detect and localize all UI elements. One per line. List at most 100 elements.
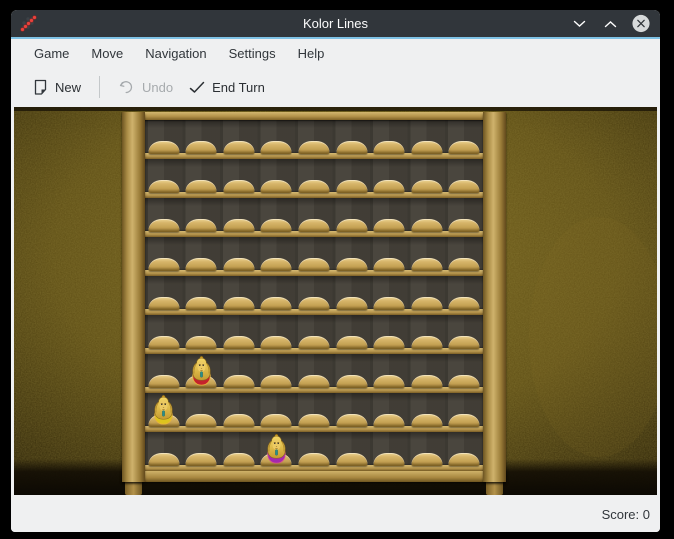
- empty-cell-bump: [186, 141, 217, 154]
- board-cell[interactable]: [258, 393, 296, 432]
- board-cell[interactable]: [183, 237, 221, 276]
- undo-button[interactable]: Undo: [110, 74, 181, 101]
- board-cell[interactable]: [408, 159, 446, 198]
- board-cell[interactable]: [445, 354, 483, 393]
- menu-navigation[interactable]: Navigation: [134, 42, 217, 65]
- game-board-view[interactable]: [14, 107, 657, 495]
- board-row: [145, 120, 483, 159]
- board-cell[interactable]: [295, 159, 333, 198]
- board-cell[interactable]: [295, 198, 333, 237]
- menu-settings[interactable]: Settings: [218, 42, 287, 65]
- board-cell[interactable]: [145, 276, 183, 315]
- board-cell[interactable]: [333, 432, 371, 471]
- board-cell[interactable]: [408, 354, 446, 393]
- board-cell[interactable]: [445, 393, 483, 432]
- board-cell[interactable]: [220, 432, 258, 471]
- board-cell[interactable]: [295, 120, 333, 159]
- board-cell[interactable]: [295, 315, 333, 354]
- board-cell[interactable]: [258, 354, 296, 393]
- board-cell[interactable]: [295, 354, 333, 393]
- board-cell[interactable]: [220, 198, 258, 237]
- score-label: Score: 0: [602, 507, 650, 522]
- board-cell[interactable]: [370, 432, 408, 471]
- board-cell[interactable]: [220, 276, 258, 315]
- end-turn-button[interactable]: End Turn: [181, 74, 273, 101]
- board-cell[interactable]: [445, 120, 483, 159]
- board-cell[interactable]: [220, 120, 258, 159]
- board-cell[interactable]: [445, 432, 483, 471]
- board-cell[interactable]: [295, 276, 333, 315]
- board-cell[interactable]: [145, 432, 183, 471]
- menu-help[interactable]: Help: [287, 42, 336, 65]
- board-cell[interactable]: [183, 198, 221, 237]
- board-cell[interactable]: [258, 276, 296, 315]
- board-cell[interactable]: [445, 237, 483, 276]
- board-cell[interactable]: [220, 393, 258, 432]
- board-cell[interactable]: [445, 276, 483, 315]
- close-button[interactable]: [632, 15, 650, 33]
- board-row: [145, 276, 483, 315]
- maximize-button[interactable]: [601, 15, 619, 33]
- board-cell[interactable]: [370, 120, 408, 159]
- board-cell[interactable]: [183, 276, 221, 315]
- board-cell[interactable]: [333, 159, 371, 198]
- board-cell[interactable]: [370, 198, 408, 237]
- board-cell[interactable]: [408, 432, 446, 471]
- board-cell[interactable]: [145, 237, 183, 276]
- board-cell[interactable]: [295, 393, 333, 432]
- board-cell[interactable]: [408, 198, 446, 237]
- board-cell[interactable]: [145, 315, 183, 354]
- board-cell[interactable]: [370, 354, 408, 393]
- board-cell[interactable]: [258, 159, 296, 198]
- board-cell[interactable]: [408, 393, 446, 432]
- board-cell[interactable]: [370, 237, 408, 276]
- board-cell[interactable]: [183, 315, 221, 354]
- board-cell[interactable]: [145, 198, 183, 237]
- board-cell[interactable]: [370, 315, 408, 354]
- board-cell[interactable]: [333, 237, 371, 276]
- board-cell[interactable]: [333, 354, 371, 393]
- board-cell[interactable]: [295, 237, 333, 276]
- pharaoh-piece-purple[interactable]: [263, 431, 290, 466]
- board-cell[interactable]: [370, 276, 408, 315]
- board-cell[interactable]: [145, 354, 183, 393]
- board-cell[interactable]: [445, 159, 483, 198]
- board-cell[interactable]: [333, 315, 371, 354]
- board-cell[interactable]: [220, 237, 258, 276]
- board-cell[interactable]: [220, 159, 258, 198]
- board-cell[interactable]: [258, 237, 296, 276]
- board-cell[interactable]: [333, 198, 371, 237]
- board-cell[interactable]: [370, 393, 408, 432]
- board-cell[interactable]: [408, 237, 446, 276]
- board-cell[interactable]: [333, 120, 371, 159]
- board-cell[interactable]: [258, 315, 296, 354]
- board-cell[interactable]: [258, 120, 296, 159]
- board-cell[interactable]: [145, 159, 183, 198]
- menu-game[interactable]: Game: [23, 42, 80, 65]
- menu-move[interactable]: Move: [80, 42, 134, 65]
- board-cell[interactable]: [183, 120, 221, 159]
- pharaoh-piece-red[interactable]: [188, 353, 215, 388]
- minimize-button[interactable]: [570, 15, 588, 33]
- new-button-label: New: [55, 80, 81, 95]
- board-cell[interactable]: [333, 276, 371, 315]
- board-cell[interactable]: [445, 315, 483, 354]
- board-cell[interactable]: [370, 159, 408, 198]
- board-cell[interactable]: [183, 393, 221, 432]
- board-cell[interactable]: [445, 198, 483, 237]
- board-cell[interactable]: [295, 432, 333, 471]
- board-cell[interactable]: [220, 315, 258, 354]
- board-cell[interactable]: [183, 432, 221, 471]
- pharaoh-piece-yellow[interactable]: [150, 392, 177, 427]
- board-cell[interactable]: [258, 198, 296, 237]
- board-cell[interactable]: [183, 159, 221, 198]
- board-row: [145, 237, 483, 276]
- board-cell[interactable]: [408, 315, 446, 354]
- new-button[interactable]: New: [25, 73, 89, 102]
- board-cell[interactable]: [333, 393, 371, 432]
- board-cell[interactable]: [408, 120, 446, 159]
- board-cell[interactable]: [220, 354, 258, 393]
- board-cell[interactable]: [408, 276, 446, 315]
- board-cell[interactable]: [145, 120, 183, 159]
- titlebar[interactable]: Kolor Lines: [11, 10, 660, 37]
